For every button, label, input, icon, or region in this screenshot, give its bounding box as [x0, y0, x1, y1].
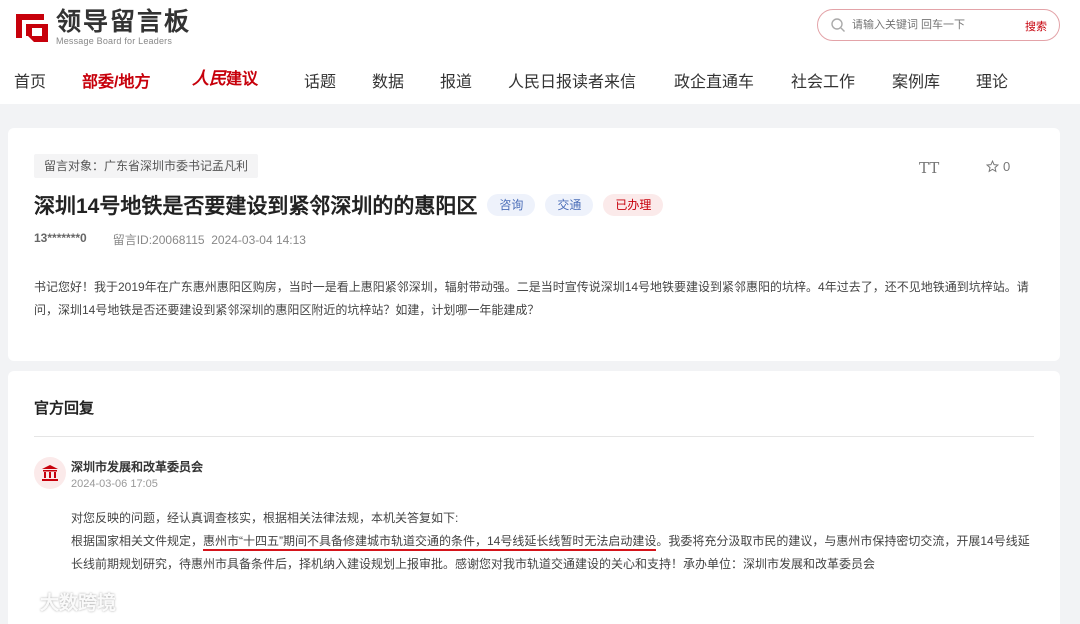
- logo-title: 领导留言板: [56, 8, 192, 36]
- site-header: 领导留言板 Message Board for Leaders 搜索 首页 部委…: [0, 0, 1080, 104]
- message-target: 留言对象：广东省深圳市委书记孟凡利: [34, 154, 259, 178]
- nav-item-people-suggestions[interactable]: 人民建议: [192, 64, 258, 89]
- reply-card: 官方回复 深圳市发展和改革委员会 2024-03-06 17:05 对您反映的问…: [8, 371, 1060, 624]
- search-input[interactable]: [852, 19, 1002, 31]
- nav-item-reports[interactable]: 报道: [440, 68, 472, 92]
- nav-item-data[interactable]: 数据: [372, 68, 404, 92]
- nav-item-ministries[interactable]: 部委/地方: [82, 68, 150, 92]
- watermark: 大数跨境: [8, 588, 116, 615]
- font-size-icon[interactable]: TT: [919, 159, 939, 177]
- logo-subtitle: Message Board for Leaders: [56, 36, 173, 46]
- reply-body: 对您反映的问题，经认真调查核实，根据相关法律法规，本机关答复如下: 根据国家相关…: [71, 507, 1041, 576]
- brand-logo-text-2: 建议: [226, 71, 259, 88]
- reply-org-name: 深圳市发展和改革委员会: [71, 460, 204, 474]
- search-button[interactable]: 搜索: [1025, 18, 1047, 34]
- message-author: 13*******0: [34, 231, 87, 245]
- search-box: 搜索: [817, 9, 1060, 41]
- favorite-count: 0: [1003, 159, 1011, 174]
- nav-item-theory[interactable]: 理论: [976, 68, 1008, 92]
- status-badge: 已办理: [603, 194, 664, 216]
- reply-date: 2024-03-06 17:05: [71, 478, 158, 490]
- site-logo[interactable]: 领导留言板 Message Board for Leaders: [14, 8, 191, 46]
- nav-item-social-work[interactable]: 社会工作: [791, 68, 855, 92]
- logo-mark-icon: [14, 10, 50, 44]
- nav-item-enterprise[interactable]: 政企直通车: [674, 68, 754, 92]
- highlighted-text: 惠州市“十四五”期间不具备修建城市轨道交通的条件，14号线延长线暂时无法启动建设: [203, 534, 657, 551]
- main-nav: 首页 部委/地方 人民建议 话题 数据 报道 人民日报读者来信 政企直通车 社会…: [0, 62, 1080, 96]
- reply-section-title: 官方回复: [34, 400, 95, 417]
- star-icon: [986, 160, 999, 173]
- message-id: 留言ID:20068115 2024-03-04 14:13: [112, 233, 306, 247]
- message-meta: 13*******0 留言ID:20068115 2024-03-04 14:1…: [34, 231, 306, 248]
- nav-item-home[interactable]: 首页: [14, 68, 46, 92]
- government-building-icon: [34, 457, 66, 489]
- nav-item-reader-letters[interactable]: 人民日报读者来信: [508, 68, 636, 92]
- message-card: 留言对象：广东省深圳市委书记孟凡利 TT 0 深圳14号地铁是否要建设到紧邻深圳…: [8, 128, 1060, 361]
- reply-line-1: 对您反映的问题，经认真调查核实，根据相关法律法规，本机关答复如下:: [71, 511, 459, 525]
- nav-item-cases[interactable]: 案例库: [892, 68, 940, 92]
- divider: [34, 436, 1034, 437]
- message-body: 书记您好！我于2019年在广东惠州惠阳区购房，当时一是看上惠阳紧邻深圳，辐射带动…: [34, 280, 1029, 317]
- nav-item-topics[interactable]: 话题: [304, 68, 336, 92]
- message-date: 2024-03-04 14:13: [211, 233, 306, 247]
- message-title: 深圳14号地铁是否要建设到紧邻深圳的的惠阳区: [34, 195, 478, 218]
- brand-logo-text: 人民: [192, 69, 226, 89]
- search-icon: [831, 18, 845, 32]
- tag-transport[interactable]: 交通: [545, 194, 594, 216]
- tag-consult[interactable]: 咨询: [487, 194, 536, 216]
- watermark-logo-icon: [9, 594, 33, 609]
- reply-paragraph: 根据国家相关文件规定，惠州市“十四五”期间不具备修建城市轨道交通的条件，14号线…: [71, 534, 1030, 571]
- favorite-button[interactable]: 0: [986, 159, 1010, 174]
